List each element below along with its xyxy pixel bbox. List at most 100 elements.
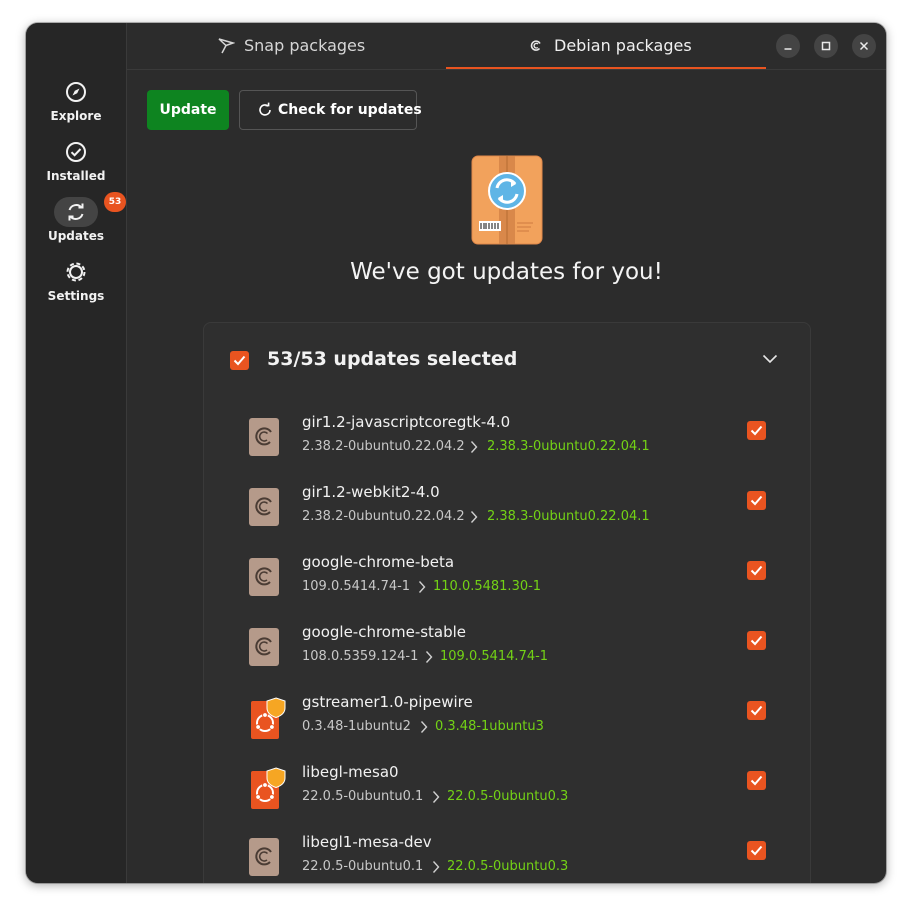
compass-icon <box>66 82 86 102</box>
check-for-updates-label: Check for updates <box>278 102 422 118</box>
debian-package-icon <box>249 488 279 526</box>
ubuntu-security-icon <box>251 767 286 809</box>
debian-icon <box>530 40 541 51</box>
close-icon <box>859 41 869 51</box>
current-version: 2.38.2-0ubuntu0.22.04.2 <box>302 439 465 454</box>
checkmark-icon <box>750 845 763 856</box>
update-row[interactable]: libegl-mesa0 22.0.5-0ubuntu0.1 22.0.5-0u… <box>204 756 810 826</box>
update-row[interactable]: google-chrome-stable 108.0.5359.124-1 10… <box>204 616 810 686</box>
new-version: 0.3.48-1ubuntu3 <box>435 719 544 734</box>
updates-selected-count: 53/53 updates selected <box>267 348 518 370</box>
nav-icon-holder <box>54 77 98 107</box>
chevron-right-icon <box>420 721 428 733</box>
chevron-right-icon <box>470 441 478 453</box>
update-checkbox[interactable] <box>747 701 766 720</box>
new-version: 110.0.5481.30-1 <box>433 579 542 594</box>
update-button[interactable]: Update <box>147 90 229 130</box>
ubuntu-security-icon <box>251 697 286 739</box>
debian-package-icon <box>249 838 279 876</box>
check-for-updates-button[interactable]: Check for updates <box>239 90 422 130</box>
checkmark-icon <box>750 495 763 506</box>
chevron-right-icon <box>432 791 440 803</box>
update-row[interactable]: google-chrome-beta 109.0.5414.74-1 110.0… <box>204 546 810 616</box>
update-checkbox[interactable] <box>747 771 766 790</box>
checkmark-icon <box>233 355 246 366</box>
maximize-icon <box>821 41 831 51</box>
package-name: gstreamer1.0-pipewire <box>302 693 473 711</box>
new-version: 22.0.5-0ubuntu0.3 <box>447 789 569 804</box>
select-all-checkbox[interactable] <box>230 351 249 370</box>
close-button[interactable] <box>852 34 876 58</box>
nav-icon-holder <box>54 257 98 287</box>
chevron-right-icon <box>470 511 478 523</box>
sidebar-item-label: Explore <box>50 109 102 123</box>
minimize-button[interactable] <box>776 34 800 58</box>
maximize-button[interactable] <box>814 34 838 58</box>
chevron-down-icon[interactable] <box>762 354 778 364</box>
package-update-icon <box>471 155 543 245</box>
debian-package-icon <box>249 558 279 596</box>
refresh-icon <box>259 102 271 116</box>
active-tab-indicator <box>446 67 766 69</box>
sidebar-item-explore[interactable]: Explore <box>26 77 126 133</box>
minimize-icon <box>784 48 792 50</box>
chevron-right-icon <box>418 581 426 593</box>
debian-package-icon <box>249 628 279 666</box>
new-version: 2.38.3-0ubuntu0.22.04.1 <box>487 439 650 454</box>
refresh-icon <box>68 203 84 221</box>
tab-label: Snap packages <box>244 36 366 55</box>
sidebar-item-settings[interactable]: Settings <box>26 257 126 313</box>
snap-icon <box>218 38 235 54</box>
current-version: 2.38.2-0ubuntu0.22.04.2 <box>302 509 465 524</box>
updates-panel-header[interactable]: 53/53 updates selected <box>204 323 810 399</box>
tab-debian-packages[interactable]: Debian packages <box>527 23 717 69</box>
new-version: 2.38.3-0ubuntu0.22.04.1 <box>487 509 650 524</box>
checkmark-icon <box>750 705 763 716</box>
checkmark-icon <box>750 565 763 576</box>
update-checkbox[interactable] <box>747 421 766 440</box>
chevron-right-icon <box>425 651 433 663</box>
tab-snap-packages[interactable]: Snap packages <box>217 23 387 69</box>
current-version: 22.0.5-0ubuntu0.1 <box>302 789 424 804</box>
current-version: 108.0.5359.124-1 <box>302 649 419 664</box>
checkmark-icon <box>750 635 763 646</box>
chevron-right-icon <box>432 861 440 873</box>
package-name: libegl1-mesa-dev <box>302 833 432 851</box>
nav-icon-holder <box>54 137 98 167</box>
package-name: google-chrome-beta <box>302 553 455 571</box>
package-name: google-chrome-stable <box>302 623 467 641</box>
update-row[interactable]: gstreamer1.0-pipewire 0.3.48-1ubuntu2 0.… <box>204 686 810 756</box>
package-name: gir1.2-javascriptcoregtk-4.0 <box>302 413 511 431</box>
update-checkbox[interactable] <box>747 841 766 860</box>
check-circle-icon <box>66 142 86 162</box>
package-name: gir1.2-webkit2-4.0 <box>302 483 440 501</box>
current-version: 22.0.5-0ubuntu0.1 <box>302 859 424 874</box>
sidebar-item-label: Installed <box>46 169 106 183</box>
nav-icon-holder-active: 53 <box>54 192 126 227</box>
sidebar-item-installed[interactable]: Installed <box>26 137 126 193</box>
new-version: 109.0.5414.74-1 <box>440 649 549 664</box>
current-version: 0.3.48-1ubuntu2 <box>302 719 411 734</box>
sidebar-item-label: Updates <box>47 229 105 243</box>
checkmark-icon <box>750 425 763 436</box>
header-bar: Snap packages Debian packages <box>127 23 886 70</box>
update-row[interactable]: gir1.2-javascriptcoregtk-4.0 2.38.2-0ubu… <box>204 406 810 476</box>
new-version: 22.0.5-0ubuntu0.3 <box>447 859 569 874</box>
gear-icon <box>66 262 86 282</box>
current-version: 109.0.5414.74-1 <box>302 579 411 594</box>
checkmark-icon <box>750 775 763 786</box>
debian-package-icon <box>249 418 279 456</box>
sidebar-item-updates[interactable]: 53 Updates <box>26 192 126 249</box>
update-row[interactable]: gir1.2-webkit2-4.0 2.38.2-0ubuntu0.22.04… <box>204 476 810 546</box>
update-checkbox[interactable] <box>747 491 766 510</box>
update-checkbox[interactable] <box>747 631 766 650</box>
app-window: Explore Installed 53 Updates Settings Sn… <box>26 23 886 883</box>
package-name: libegl-mesa0 <box>302 763 399 781</box>
sidebar-item-label: Settings <box>47 289 105 303</box>
hero-title: We've got updates for you! <box>350 259 663 285</box>
updates-panel: 53/53 updates selected gir1.2-javascript… <box>203 322 811 883</box>
sidebar: Explore Installed 53 Updates Settings <box>26 23 127 883</box>
tab-label: Debian packages <box>554 36 692 55</box>
update-checkbox[interactable] <box>747 561 766 580</box>
update-row[interactable]: libegl1-mesa-dev 22.0.5-0ubuntu0.1 22.0.… <box>204 826 810 883</box>
